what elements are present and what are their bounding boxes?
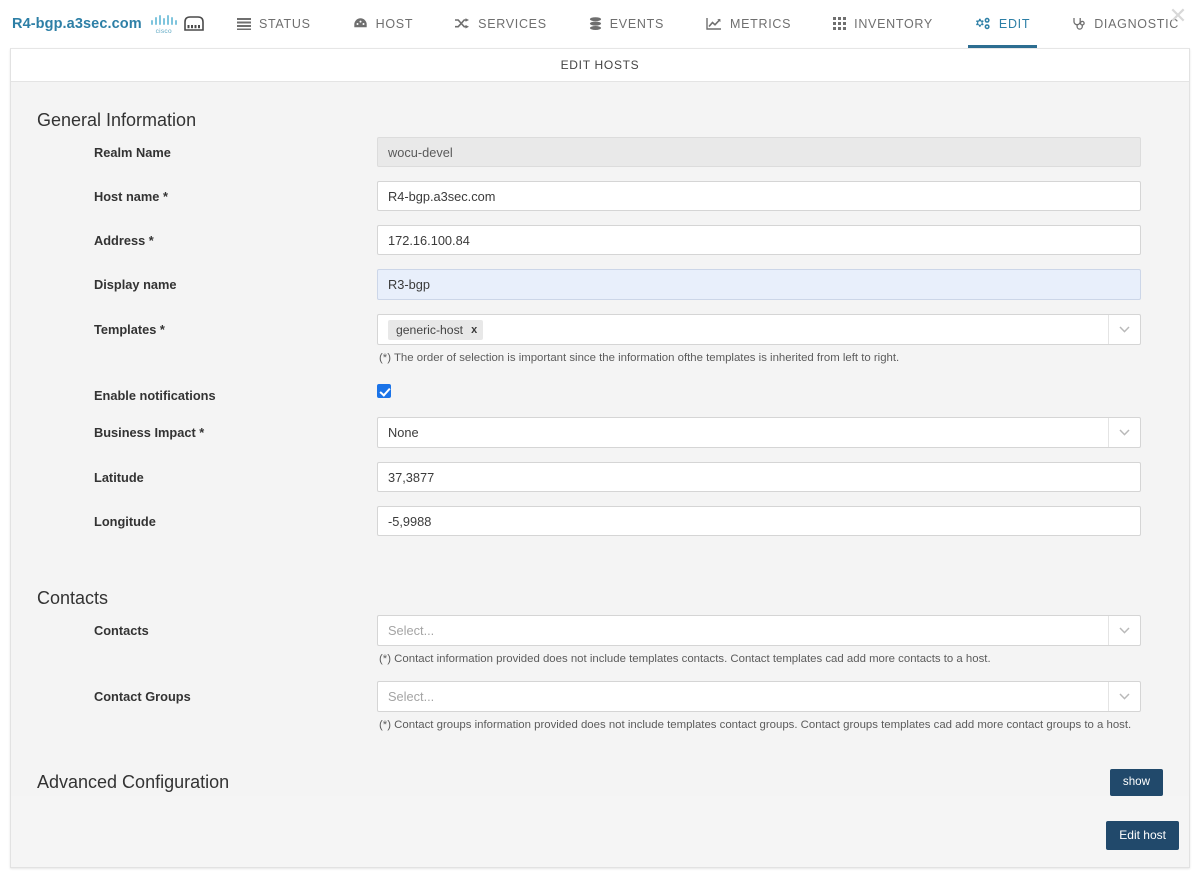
contacts-placeholder: Select... <box>388 623 435 639</box>
brand-area: R4-bgp.a3sec.com cisco <box>0 14 206 35</box>
host-name-input[interactable]: R4-bgp.a3sec.com <box>377 181 1141 211</box>
label-realm-name: Realm Name <box>94 145 171 160</box>
business-impact-value: None <box>388 425 419 441</box>
nav-label-diagnostic: DIAGNOSTIC <box>1094 16 1179 31</box>
template-chip: generic-host x <box>388 319 484 340</box>
label-display-name: Display name <box>94 277 177 292</box>
nav-item-services[interactable]: SERVICES <box>434 0 568 48</box>
label-business-impact: Business Impact * <box>94 425 205 441</box>
top-navigation-bar: R4-bgp.a3sec.com cisco STATUS HOST SERVI… <box>0 0 1200 48</box>
display-name-input[interactable]: R3-bgp <box>377 269 1141 300</box>
nav-label-inventory: INVENTORY <box>854 16 933 31</box>
contact-groups-select[interactable]: Select... <box>377 681 1141 712</box>
chevron-down-icon[interactable] <box>1108 418 1140 448</box>
show-advanced-button[interactable]: show <box>1109 768 1163 796</box>
templates-hint: (*) The order of selection is important … <box>379 352 900 364</box>
main-nav: STATUS HOST SERVICES EVENTS METRICS INVE… <box>206 0 1200 48</box>
stethoscope-icon <box>1072 17 1086 31</box>
label-templates: Templates * <box>94 322 165 337</box>
label-address: Address * <box>94 233 154 248</box>
contacts-select[interactable]: Select... <box>377 615 1141 647</box>
chevron-down-icon[interactable] <box>1108 616 1140 646</box>
nav-label-host: HOST <box>375 16 414 31</box>
templates-select[interactable]: generic-host x <box>377 314 1141 345</box>
latitude-input[interactable]: 37,3877 <box>377 462 1141 493</box>
field-row-longitude: Longitude -5,9988 <box>11 506 1189 537</box>
label-latitude: Latitude <box>94 470 144 486</box>
nav-label-edit: EDIT <box>998 16 1031 31</box>
network-device-icon <box>182 15 206 32</box>
field-row-business-impact: Business Impact * None <box>11 417 1189 449</box>
label-contact-groups: Contact Groups <box>94 689 191 704</box>
field-row-display-name: Display name R3-bgp <box>11 269 1189 300</box>
chart-line-icon <box>706 17 722 30</box>
field-row-templates: Templates * generic-host x (*) The order… <box>11 314 1189 366</box>
nav-item-host[interactable]: HOST <box>332 0 435 48</box>
template-chip-remove-icon[interactable]: x <box>471 324 477 336</box>
cisco-logo-icon: cisco <box>150 14 177 35</box>
business-impact-select[interactable]: None <box>377 417 1141 449</box>
panel-body: General Information Realm Name wocu-deve… <box>11 82 1189 796</box>
database-icon <box>589 16 602 31</box>
label-contacts: Contacts <box>94 623 149 639</box>
longitude-input[interactable]: -5,9988 <box>377 506 1141 537</box>
shuffle-icon <box>455 17 470 30</box>
label-host-name: Host name * <box>94 189 168 204</box>
host-title: R4-bgp.a3sec.com <box>12 15 142 32</box>
nav-label-status: STATUS <box>258 16 311 31</box>
field-row-host-name: Host name * R4-bgp.a3sec.com <box>11 181 1189 211</box>
edit-hosts-panel: EDIT HOSTS General Information Realm Nam… <box>10 48 1190 868</box>
contact-groups-placeholder: Select... <box>388 689 435 704</box>
nav-label-metrics: METRICS <box>729 16 792 31</box>
nav-item-events[interactable]: EVENTS <box>568 0 685 48</box>
contacts-hint: (*) Contact information provided does no… <box>379 653 991 666</box>
field-row-address: Address * 172.16.100.84 <box>11 225 1189 255</box>
address-input[interactable]: 172.16.100.84 <box>377 225 1141 255</box>
template-chip-label: generic-host <box>396 322 464 337</box>
chevron-down-icon[interactable] <box>1108 682 1140 711</box>
nav-item-inventory[interactable]: INVENTORY <box>812 0 954 48</box>
label-enable-notifications: Enable notifications <box>94 387 216 403</box>
gauge-icon <box>353 17 368 30</box>
nav-item-status[interactable]: STATUS <box>216 0 332 48</box>
list-icon <box>236 17 251 30</box>
nav-label-services: SERVICES <box>478 16 547 31</box>
nav-item-edit[interactable]: EDIT <box>954 0 1051 48</box>
grid-icon <box>833 17 847 30</box>
field-row-realm-name: Realm Name wocu-devel <box>11 137 1189 167</box>
chevron-down-icon[interactable] <box>1108 315 1140 344</box>
cogs-icon <box>975 17 991 31</box>
enable-notifications-checkbox[interactable] <box>377 383 391 398</box>
nav-label-events: EVENTS <box>609 16 664 31</box>
realm-name-input: wocu-devel <box>377 137 1141 167</box>
edit-host-button[interactable]: Edit host <box>1106 820 1179 850</box>
cisco-logo-label: cisco <box>155 27 172 35</box>
nav-item-metrics[interactable]: METRICS <box>685 0 812 48</box>
field-row-enable-notifications: Enable notifications <box>11 380 1189 403</box>
label-longitude: Longitude <box>94 514 156 530</box>
advanced-configuration-row: Advanced Configuration show <box>11 747 1189 796</box>
advanced-configuration-heading: Advanced Configuration <box>37 771 230 792</box>
contact-groups-hint: (*) Contact groups information provided … <box>379 719 1132 731</box>
general-information-heading: General Information <box>37 110 197 130</box>
panel-header-title: EDIT HOSTS <box>11 49 1189 82</box>
field-row-contacts: Contacts Select... (*) Contact informati… <box>11 615 1189 667</box>
field-row-latitude: Latitude 37,3877 <box>11 462 1189 493</box>
close-icon[interactable]: ✕ <box>1168 6 1188 28</box>
edit-hosts-panel-wrapper: EDIT HOSTS General Information Realm Nam… <box>0 48 1200 868</box>
field-row-contact-groups: Contact Groups Select... (*) Contact gro… <box>11 681 1189 733</box>
contacts-heading: Contacts <box>37 588 109 609</box>
